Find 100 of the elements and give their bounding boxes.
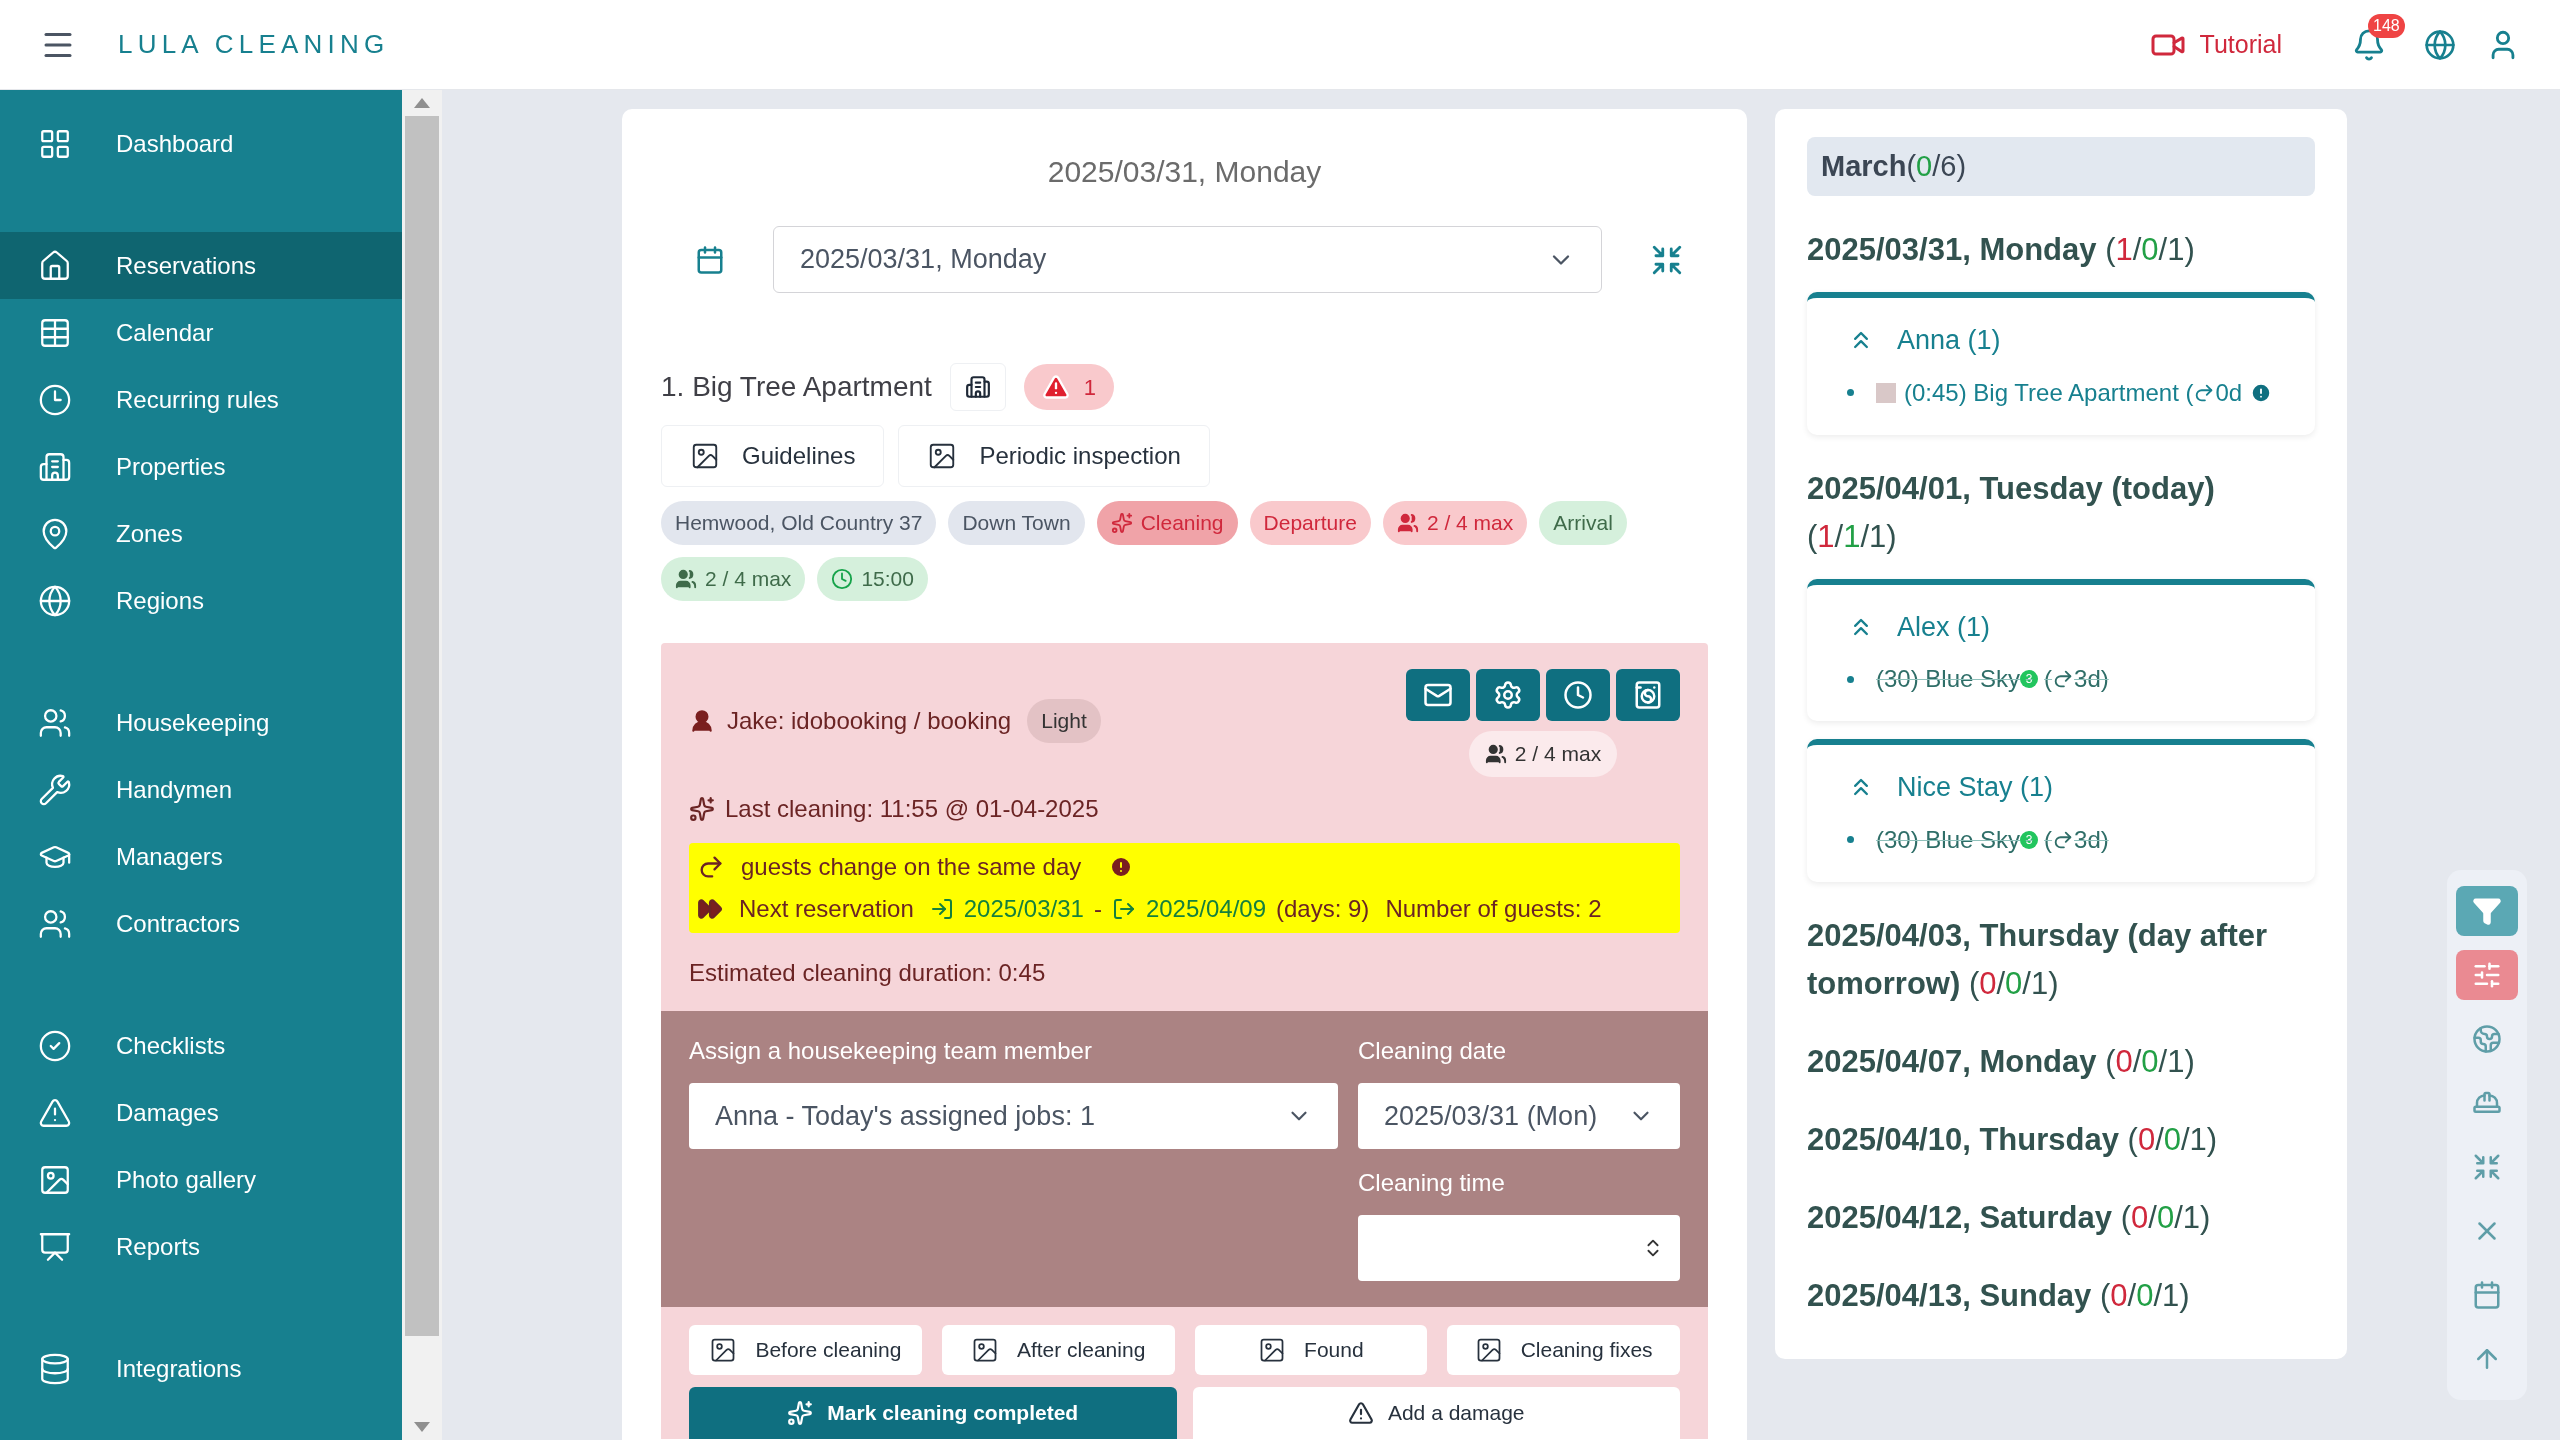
day-heading: 2025/04/13, Sunday (0/0/1) xyxy=(1807,1276,2191,1315)
email-button[interactable] xyxy=(1406,669,1470,721)
nav-item[interactable]: Zones xyxy=(0,500,402,567)
sparkles-icon xyxy=(787,1400,814,1426)
logo[interactable]: LULA CLEANING xyxy=(118,25,390,64)
booker-text: Jake: idobooking / booking xyxy=(727,706,1012,736)
washing-machine-icon xyxy=(1633,680,1663,710)
field-label: Assign a housekeeping team member xyxy=(689,1036,1093,1066)
toolbar-button[interactable] xyxy=(2456,886,2518,936)
settings-icon xyxy=(1493,680,1523,710)
nav-item[interactable]: Managers xyxy=(0,823,402,890)
card-title: 2025/03/31, Monday xyxy=(1046,154,1323,190)
image-button[interactable]: Periodic inspection xyxy=(898,425,1210,487)
calendar-icon xyxy=(2472,1280,2502,1310)
settings-button[interactable] xyxy=(1476,669,1540,721)
next-reservation-label: Next reservation xyxy=(739,894,914,924)
warning-icon xyxy=(1041,373,1070,401)
notification-badge: 148 xyxy=(2368,13,2405,38)
day-heading: 2025/04/12, Saturday (0/0/1) xyxy=(1807,1198,2212,1237)
filter-icon xyxy=(2472,896,2502,926)
arrival-date: 2025/03/31 xyxy=(963,894,1084,924)
globe-sparkle-icon xyxy=(2472,1024,2502,1054)
wrench-icon xyxy=(38,772,72,807)
day-heading: 2025/04/07, Monday (0/0/1) xyxy=(1807,1042,2196,1081)
nav-item[interactable]: Dashboard xyxy=(0,110,402,177)
field-label: Cleaning date xyxy=(1358,1036,1508,1066)
property-name: 1. Big Tree Apartment xyxy=(661,370,932,404)
job-link[interactable]: (0:45) Big Tree Apartment ( 0d xyxy=(1876,374,2273,411)
tutorial-link[interactable]: Tutorial xyxy=(2149,25,2282,64)
date-select[interactable]: 2025/03/31 (Mon) xyxy=(1358,1083,1680,1149)
team-toggle[interactable]: Nice Stay (1) xyxy=(1847,767,2275,808)
building-icon xyxy=(964,374,991,400)
nav-item[interactable]: Reports xyxy=(0,1213,402,1280)
field-label: Cleaning time xyxy=(1358,1168,1506,1198)
house-icon xyxy=(38,248,72,283)
nav-item[interactable]: Properties xyxy=(0,433,402,500)
scrollbar-thumb[interactable] xyxy=(405,116,439,1336)
tag: Down Town xyxy=(948,501,1085,545)
day-heading: 2025/04/01, Tuesday (today) (1/1/1) xyxy=(1807,469,2216,556)
sparkles-icon xyxy=(689,796,715,822)
nav-item[interactable]: Damages xyxy=(0,1079,402,1146)
photo-button[interactable]: Found xyxy=(1194,1325,1428,1375)
bullet xyxy=(1847,836,1854,843)
clock-button[interactable] xyxy=(1546,669,1610,721)
photo-button[interactable]: After cleaning xyxy=(941,1325,1175,1375)
people-icon xyxy=(1484,743,1507,765)
nav-item[interactable]: Photo gallery xyxy=(0,1146,402,1213)
nav-item[interactable]: Recurring rules xyxy=(0,366,402,433)
person-icon xyxy=(689,708,715,734)
tag: Cleaning xyxy=(1096,501,1238,545)
bullet xyxy=(1847,389,1854,396)
people-icon xyxy=(1396,512,1419,534)
day-heading: 2025/04/10, Thursday (0/0/1) xyxy=(1807,1120,2219,1159)
nav-item[interactable]: Regions xyxy=(0,567,402,634)
nav-item[interactable]: Reservations xyxy=(0,232,402,299)
notice-text: guests change on the same day xyxy=(741,852,1082,882)
date-select[interactable]: 2025/03/31, Monday xyxy=(773,226,1602,293)
arrival-icon xyxy=(929,897,954,921)
guests-tag: 2 / 4 max xyxy=(1468,731,1618,777)
people-icon xyxy=(675,568,697,590)
add-damage-button[interactable]: Add a damage xyxy=(1192,1387,1680,1439)
duration-text: Estimated cleaning duration: 0:45 xyxy=(688,958,1047,988)
scroll-down-icon[interactable] xyxy=(414,1422,430,1432)
day-heading: 2025/04/03, Thursday (day after tomorrow) (0/0/1) xyxy=(1807,916,2269,1003)
image-button[interactable]: Guidelines xyxy=(661,425,885,487)
complete-button[interactable]: Mark cleaning completed xyxy=(689,1387,1177,1439)
nav-item[interactable]: Checklists xyxy=(0,1012,402,1079)
toolbar-button[interactable] xyxy=(2456,950,2518,1000)
member-select[interactable]: Anna - Today's assigned jobs: 1 xyxy=(689,1083,1338,1149)
fast-forward-icon xyxy=(697,896,723,922)
scroll-up-icon[interactable] xyxy=(414,98,430,108)
nav-item[interactable]: Contractors xyxy=(0,890,402,957)
scrollbar[interactable] xyxy=(402,90,442,1440)
tag: Arrival xyxy=(1539,501,1627,545)
photo-button[interactable]: Before cleaning xyxy=(689,1325,922,1375)
washing-machine-button[interactable] xyxy=(1616,669,1680,721)
stay-length: (days: 9) xyxy=(1276,894,1370,924)
team-toggle[interactable]: Anna (1) xyxy=(1847,320,2275,361)
globe-icon[interactable] xyxy=(2424,28,2456,61)
team-toggle[interactable]: Alex (1) xyxy=(1847,606,2275,647)
tag: Departure xyxy=(1249,501,1371,545)
building-button[interactable] xyxy=(949,363,1006,411)
clock-icon xyxy=(38,382,72,417)
nav-item[interactable]: Calendar xyxy=(0,299,402,366)
nav-item[interactable]: Integrations xyxy=(0,1335,402,1402)
tag: Hemwood, Old Country 37 xyxy=(661,501,937,545)
bullet xyxy=(1847,675,1854,683)
alert-badge[interactable]: 1 xyxy=(1023,364,1115,410)
image-icon xyxy=(690,441,720,471)
date-separator: - xyxy=(1093,894,1102,924)
month-heading: March(0/6) xyxy=(1807,137,2315,196)
clock-icon xyxy=(831,568,854,590)
last-cleaning-text: Last cleaning: 11:55 @ 01-04-2025 xyxy=(725,794,1099,824)
nav-item[interactable]: Handymen xyxy=(0,756,402,823)
photo-button[interactable]: Cleaning fixes xyxy=(1447,1325,1680,1375)
collapse-icon xyxy=(2472,1152,2502,1182)
calendar-icon[interactable] xyxy=(695,244,725,275)
clock-icon xyxy=(1563,680,1593,710)
nav-item[interactable]: Housekeeping xyxy=(0,689,402,756)
tag: 2 / 4 max xyxy=(1382,501,1528,545)
